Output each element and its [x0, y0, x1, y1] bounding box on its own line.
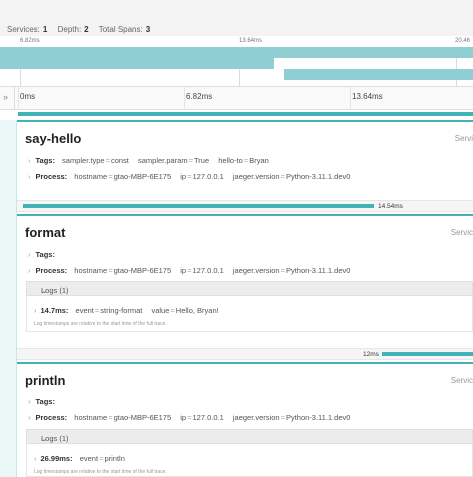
- chevron-right-icon: ›: [28, 172, 31, 181]
- timeline-tick: 13.64ms: [352, 92, 383, 101]
- log-entry[interactable]: › 14.7ms: event=string-format value=Hello…: [34, 306, 226, 315]
- span-duration-bar: [23, 204, 374, 208]
- minimap-tick: 20.46: [455, 38, 471, 44]
- log-field: event=string-format: [75, 306, 143, 315]
- span-detail-accent: [17, 120, 473, 122]
- span-name: say-hello: [25, 131, 82, 146]
- minimap-span-bar[interactable]: [0, 47, 473, 58]
- span-detail-accent: [17, 214, 473, 216]
- process-row[interactable]: › Process: hostname=gtao-MBP-6E175 ip=127…: [28, 266, 357, 275]
- timeline-gridline: [184, 86, 185, 110]
- process-item: hostname=gtao-MBP-6E175: [74, 172, 172, 181]
- minimap-ruler: 6.82ms 13.64ms 20.46: [0, 37, 473, 47]
- process-item: jaeger.version=Python-3.11.1.dev0: [232, 266, 351, 275]
- timeline-tick: 6.82ms: [186, 92, 213, 101]
- chevron-right-icon: ›: [34, 306, 37, 315]
- chevron-right-icon: ›: [28, 413, 31, 422]
- process-item: ip=127.0.0.1: [180, 266, 224, 275]
- timeline-tick: 0ms: [20, 92, 36, 101]
- process-item: jaeger.version=Python-3.11.1.dev0: [232, 172, 351, 181]
- tags-row[interactable]: › Tags:: [28, 397, 60, 406]
- process-row[interactable]: › Process: hostname=gtao-MBP-6E175 ip=127…: [28, 413, 357, 422]
- span-duration-label: 14.54ms: [378, 203, 403, 210]
- span-duration-bar: [382, 352, 473, 356]
- services-count: 1: [42, 25, 48, 34]
- tag-item: sampler.type=const: [62, 156, 129, 165]
- process-item: ip=127.0.0.1: [180, 413, 224, 422]
- log-entry[interactable]: › 26.99ms: event=println: [34, 454, 132, 463]
- tags-row[interactable]: › Tags:: [28, 250, 60, 259]
- process-item: ip=127.0.0.1: [180, 172, 224, 181]
- tag-item: sampler.param=True: [138, 156, 210, 165]
- span-duration-label: 12ms: [363, 351, 379, 358]
- double-chevron-right-icon[interactable]: »: [3, 92, 8, 102]
- logs-section: › 26.99ms: event=println Log timestamps a…: [26, 444, 473, 477]
- logs-section-header[interactable]: ⌄ Logs (1): [26, 429, 473, 444]
- chevron-right-icon: ›: [28, 397, 31, 406]
- process-item: hostname=gtao-MBP-6E175: [74, 266, 172, 275]
- span-detail-accent: [17, 362, 473, 364]
- log-field: value=Hello, Bryan!: [151, 306, 219, 315]
- timeline-gridline: [18, 86, 19, 110]
- depth-count: 2: [84, 25, 89, 34]
- span-service-label: Servic: [450, 228, 473, 237]
- chevron-right-icon: ›: [34, 454, 37, 463]
- chevron-right-icon: ›: [28, 250, 31, 259]
- process-item: hostname=gtao-MBP-6E175: [74, 413, 172, 422]
- tags-row[interactable]: › Tags: sampler.type=const sampler.param=…: [28, 156, 276, 165]
- timeline-gridline: [350, 86, 351, 110]
- minimap-tick: 6.82ms: [20, 38, 40, 44]
- chevron-right-icon: ›: [28, 266, 31, 275]
- span-name: format: [25, 225, 66, 240]
- logs-section-header[interactable]: ⌄ Logs (1): [26, 281, 473, 296]
- chevron-right-icon: ›: [28, 156, 31, 165]
- log-field: event=println: [79, 454, 125, 463]
- process-item: jaeger.version=Python-3.11.1.dev0: [232, 413, 351, 422]
- minimap-span-bar[interactable]: [0, 58, 274, 69]
- spans-count: 3: [145, 25, 151, 34]
- process-row[interactable]: › Process: hostname=gtao-MBP-6E175 ip=127…: [28, 172, 357, 181]
- logs-section: › 14.7ms: event=string-format value=Hello…: [26, 296, 473, 332]
- span-service-label: Servi: [454, 134, 473, 143]
- span-tree-gutter: [0, 120, 17, 477]
- timeline-header: [0, 86, 473, 110]
- minimap-tick: 13.64ms: [239, 38, 263, 44]
- log-footnote: Log timestamps are relative to the start…: [34, 321, 167, 327]
- trace-stats: Services: 1 Depth: 2 Total Spans: 3: [7, 25, 151, 34]
- trace-header: Services: 1 Depth: 2 Total Spans: 3: [0, 0, 473, 36]
- trace-span-bar[interactable]: [18, 112, 473, 116]
- tag-item: hello-to=Bryan: [218, 156, 269, 165]
- log-footnote: Log timestamps are relative to the start…: [34, 469, 167, 475]
- minimap-span-bar[interactable]: [284, 69, 473, 80]
- span-name: println: [25, 373, 66, 388]
- timeline-divider: [14, 86, 15, 110]
- span-service-label: Servic: [450, 376, 473, 385]
